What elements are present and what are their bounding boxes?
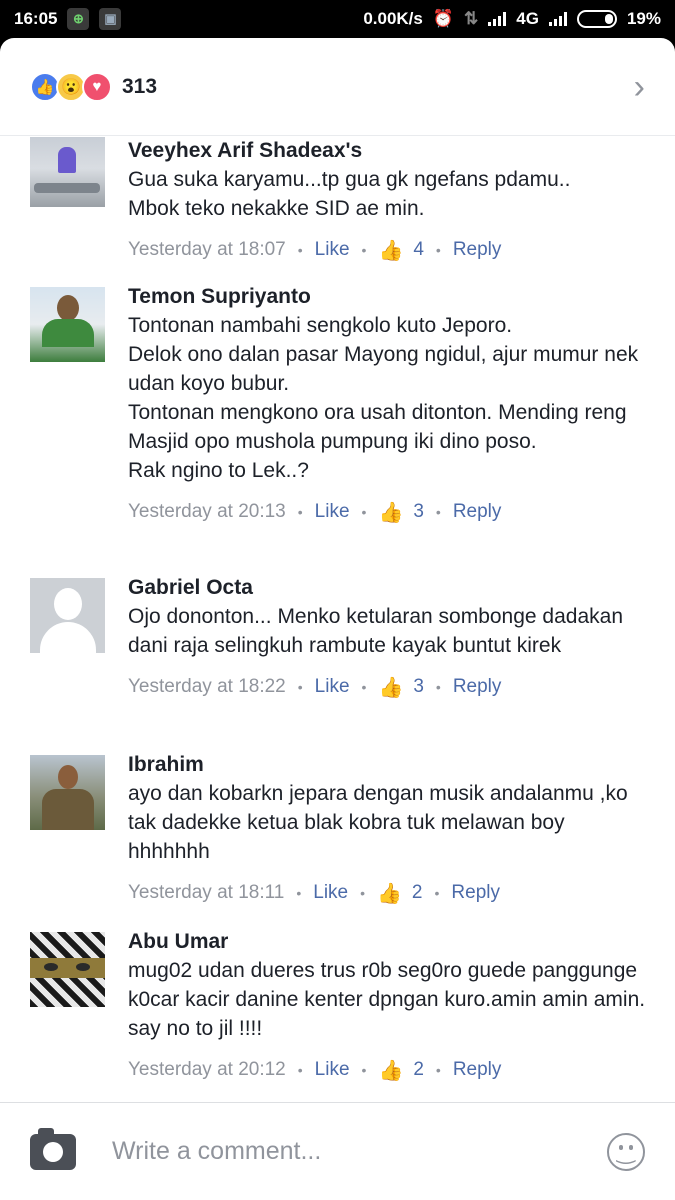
signal-icon-2: [548, 12, 567, 26]
avatar[interactable]: [30, 932, 105, 1007]
comment-actions: Yesterday at 18:07 • Like • 👍 4 • Reply: [128, 235, 648, 265]
comment-author[interactable]: Temon Supriyanto: [128, 283, 648, 311]
thumbs-up-icon: 👍: [378, 501, 404, 524]
battery-icon: [576, 10, 617, 28]
separator-dot: •: [435, 679, 441, 695]
comment-time[interactable]: Yesterday at 18:11: [128, 882, 284, 904]
like-button[interactable]: Like: [315, 676, 350, 698]
separator-dot: •: [361, 1062, 367, 1078]
shield-app-icon: ⊕: [67, 8, 90, 30]
comment-composer: Write a comment...: [0, 1102, 675, 1200]
signal-icon: [488, 12, 507, 26]
like-count-value: 3: [413, 676, 424, 697]
separator-dot: •: [361, 504, 367, 520]
comment-list[interactable]: Veeyhex Arif Shadeax's Gua suka karyamu.…: [0, 137, 675, 1097]
comment-input[interactable]: Write a comment...: [112, 1137, 607, 1166]
comment-actions: Yesterday at 18:11 • Like • 👍 2 • Reply: [128, 878, 648, 908]
comments-sheet: 👍 😮 ♥ 313 › Veeyhex Arif Shadeax's Gua s…: [0, 38, 675, 1200]
like-button[interactable]: Like: [315, 1059, 350, 1081]
comment-text: Gua suka karyamu...tp gua gk ngefans pda…: [128, 168, 571, 220]
love-reaction-icon: ♥: [82, 71, 112, 102]
comment-time[interactable]: Yesterday at 18:22: [128, 676, 286, 698]
thumbs-up-icon: 👍: [377, 882, 402, 905]
like-count[interactable]: 👍 2: [378, 1058, 423, 1083]
like-count-value: 2: [413, 1059, 424, 1080]
net-speed: 0.00K/s: [363, 9, 423, 28]
comment-actions: Yesterday at 20:12 • Like • 👍 2 • Reply: [128, 1055, 648, 1085]
comment-item: Ibrahim ayo dan kobarkn jepara dengan mu…: [0, 751, 675, 911]
separator-dot: •: [361, 679, 367, 695]
notification-app-icon: ▣: [99, 8, 122, 30]
comment-time[interactable]: Yesterday at 18:07: [128, 239, 286, 261]
like-count-value: 2: [411, 882, 423, 903]
comment-author[interactable]: Veeyhex Arif Shadeax's: [128, 137, 648, 165]
like-button[interactable]: Like: [313, 882, 348, 904]
chevron-right-icon[interactable]: ›: [634, 70, 645, 104]
separator-dot: •: [435, 1062, 441, 1078]
thumbs-up-icon: 👍: [378, 1059, 404, 1082]
avatar[interactable]: [30, 755, 105, 830]
emoji-icon[interactable]: [607, 1132, 645, 1171]
separator-dot: •: [297, 679, 303, 695]
comment-text: Tontonan nambahi sengkolo kuto Jeporo. D…: [128, 314, 639, 482]
separator-dot: •: [435, 504, 441, 520]
separator-dot: •: [360, 885, 366, 901]
like-count[interactable]: 👍 3: [378, 675, 423, 700]
avatar[interactable]: [30, 137, 105, 207]
like-button[interactable]: Like: [315, 501, 350, 523]
comment-time[interactable]: Yesterday at 20:12: [128, 1059, 286, 1081]
status-time: 16:05: [14, 9, 58, 28]
reactions-bar[interactable]: 👍 😮 ♥ 313 ›: [0, 38, 675, 136]
reply-button[interactable]: Reply: [453, 501, 502, 523]
comment-author[interactable]: Ibrahim: [128, 751, 648, 779]
camera-icon[interactable]: [30, 1127, 76, 1170]
separator-dot: •: [297, 504, 303, 520]
comment-text: Ojo dononton... Menko ketularan sombonge…: [128, 605, 624, 657]
battery-level: 19%: [626, 9, 661, 28]
separator-dot: •: [435, 242, 441, 258]
separator-dot: •: [297, 1062, 303, 1078]
reply-button[interactable]: Reply: [453, 1059, 502, 1081]
separator-dot: •: [361, 242, 367, 258]
thumbs-up-icon: 👍: [378, 239, 404, 262]
like-count[interactable]: 👍 2: [377, 881, 422, 906]
comment-text: mug02 udan dueres trus r0b seg0ro guede …: [128, 959, 646, 1040]
comment-item: Abu Umar mug02 udan dueres trus r0b seg0…: [0, 928, 675, 1088]
comment-author[interactable]: Gabriel Octa: [128, 574, 648, 602]
comment-text: ayo dan kobarkn jepara dengan musik anda…: [128, 782, 628, 863]
reply-button[interactable]: Reply: [453, 239, 502, 261]
comment-item: Temon Supriyanto Tontonan nambahi sengko…: [0, 283, 675, 563]
comment-time[interactable]: Yesterday at 20:13: [128, 501, 286, 523]
separator-dot: •: [434, 885, 440, 901]
reply-button[interactable]: Reply: [451, 882, 500, 904]
separator-dot: •: [296, 885, 302, 901]
comment-actions: Yesterday at 18:22 • Like • 👍 3 • Reply: [128, 672, 648, 702]
default-avatar[interactable]: [30, 578, 105, 653]
data-transfer-icon: ⇅: [464, 9, 479, 28]
reaction-count: 313: [122, 74, 158, 98]
comment-actions: Yesterday at 20:13 • Like • 👍 3 • Reply: [128, 497, 648, 527]
comment-item: Gabriel Octa Ojo dononton... Menko ketul…: [0, 574, 675, 734]
comment-item: Veeyhex Arif Shadeax's Gua suka karyamu.…: [0, 137, 675, 277]
like-count-value: 4: [413, 239, 424, 260]
like-count[interactable]: 👍 4: [378, 238, 423, 263]
avatar[interactable]: [30, 287, 105, 362]
like-button[interactable]: Like: [315, 239, 350, 261]
reply-button[interactable]: Reply: [453, 676, 502, 698]
separator-dot: •: [297, 242, 303, 258]
like-count-value: 3: [413, 501, 424, 522]
like-count[interactable]: 👍 3: [378, 500, 423, 525]
alarm-icon: ⏰: [432, 9, 455, 28]
comment-author[interactable]: Abu Umar: [128, 928, 648, 956]
network-type: 4G: [516, 9, 539, 28]
status-bar: 16:05 ⊕ ▣ 0.00K/s ⏰ ⇅ 4G 19%: [0, 0, 675, 38]
thumbs-up-icon: 👍: [378, 676, 404, 699]
